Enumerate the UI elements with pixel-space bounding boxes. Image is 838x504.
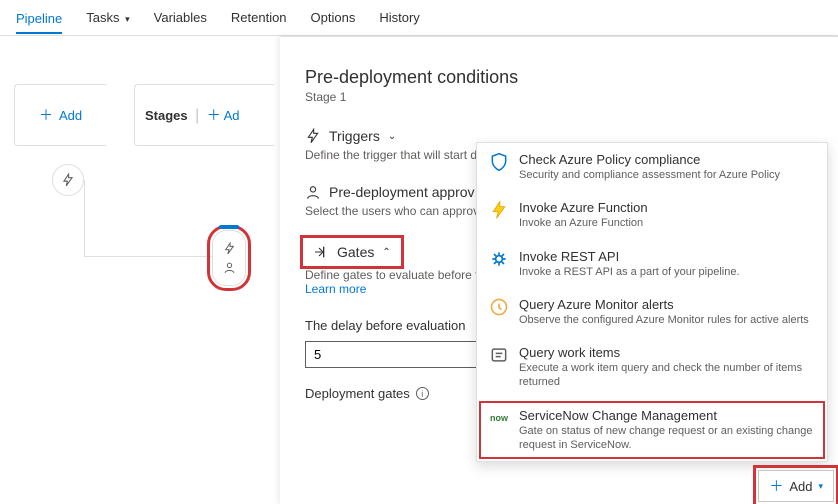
trigger-badge[interactable]	[52, 164, 84, 196]
triggers-label: Triggers	[329, 128, 380, 144]
pipeline-canvas: ＋ Add Stages | ＋ Ad	[0, 36, 280, 504]
pre-deployment-conditions-bubble[interactable]	[212, 230, 246, 286]
popup-item-desc: Gate on status of new change request or …	[519, 424, 815, 453]
tab-history[interactable]: History	[379, 2, 419, 33]
popup-item-desc: Execute a work item query and check the …	[519, 361, 815, 390]
bolt-settings-icon	[305, 128, 321, 144]
monitor-icon	[489, 297, 509, 317]
popup-item-rest[interactable]: Invoke REST APIInvoke a REST API as a pa…	[477, 240, 827, 288]
gate-icon	[313, 244, 329, 260]
chevron-down-icon: ⌄	[388, 131, 396, 142]
gate-task-popup: Check Azure Policy complianceSecurity an…	[476, 142, 828, 462]
popup-item-title: Check Azure Policy compliance	[519, 152, 780, 167]
popup-item-servicenow[interactable]: now ServiceNow Change ManagementGate on …	[477, 399, 827, 462]
tab-retention[interactable]: Retention	[231, 2, 287, 33]
rest-api-icon	[489, 249, 509, 269]
add-artifact-button[interactable]: ＋ Add	[14, 84, 106, 146]
add-gate-button[interactable]: ＋ Add ▾	[758, 470, 834, 502]
delay-input[interactable]	[305, 341, 491, 368]
add-label: Add	[789, 479, 812, 494]
bolt-icon	[61, 173, 75, 187]
popup-item-title: Query Azure Monitor alerts	[519, 297, 809, 312]
function-icon	[489, 200, 509, 220]
popup-item-policy[interactable]: Check Azure Policy complianceSecurity an…	[477, 143, 827, 191]
stages-title: Stages	[145, 108, 188, 123]
gates-section-header[interactable]: Gates ⌃	[305, 240, 399, 264]
popup-item-title: ServiceNow Change Management	[519, 408, 815, 423]
connector-line	[84, 180, 85, 256]
panel-subtitle: Stage 1	[305, 90, 814, 104]
popup-item-desc: Invoke an Azure Function	[519, 216, 648, 230]
popup-item-desc: Security and compliance assessment for A…	[519, 168, 780, 182]
popup-item-work-items[interactable]: Query work itemsExecute a work item quer…	[477, 336, 827, 399]
top-tabs: Pipeline Tasks ▾ Variables Retention Opt…	[0, 0, 838, 36]
info-icon: i	[416, 387, 429, 400]
connector-line	[84, 256, 212, 257]
learn-more-link[interactable]: Learn more	[305, 282, 366, 296]
popup-item-desc: Observe the configured Azure Monitor rul…	[519, 313, 809, 327]
popup-item-function[interactable]: Invoke Azure FunctionInvoke an Azure Fun…	[477, 191, 827, 239]
panel-title: Pre-deployment conditions	[305, 67, 814, 88]
chevron-down-icon: ▾	[125, 14, 130, 24]
tab-pipeline[interactable]: Pipeline	[16, 3, 62, 34]
selection-bar	[219, 225, 239, 229]
add-stage-button[interactable]: ＋ Ad	[207, 108, 240, 123]
popup-item-title: Invoke REST API	[519, 249, 740, 264]
plus-icon: ＋	[39, 105, 53, 125]
approvals-label: Pre-deployment approv	[329, 184, 475, 200]
popup-item-monitor[interactable]: Query Azure Monitor alertsObserve the co…	[477, 288, 827, 336]
gates-label: Gates	[337, 244, 374, 260]
plus-icon: ＋	[207, 107, 221, 123]
person-icon	[223, 261, 236, 274]
tab-variables[interactable]: Variables	[154, 2, 207, 33]
work-items-icon	[489, 345, 509, 365]
divider: |	[195, 107, 199, 124]
popup-item-title: Query work items	[519, 345, 815, 360]
servicenow-icon: now	[489, 408, 509, 428]
tab-tasks[interactable]: Tasks ▾	[86, 2, 129, 33]
tab-options[interactable]: Options	[311, 2, 356, 33]
add-label: Add	[59, 108, 82, 123]
chevron-down-icon: ▾	[818, 481, 823, 492]
stages-box: Stages | ＋ Ad	[134, 84, 274, 146]
popup-item-title: Invoke Azure Function	[519, 200, 648, 215]
chevron-up-icon: ⌃	[382, 247, 390, 258]
person-icon	[305, 184, 321, 200]
policy-icon	[489, 152, 509, 172]
bolt-icon	[223, 242, 236, 255]
plus-icon: ＋	[769, 476, 783, 496]
popup-item-desc: Invoke a REST API as a part of your pipe…	[519, 265, 740, 279]
